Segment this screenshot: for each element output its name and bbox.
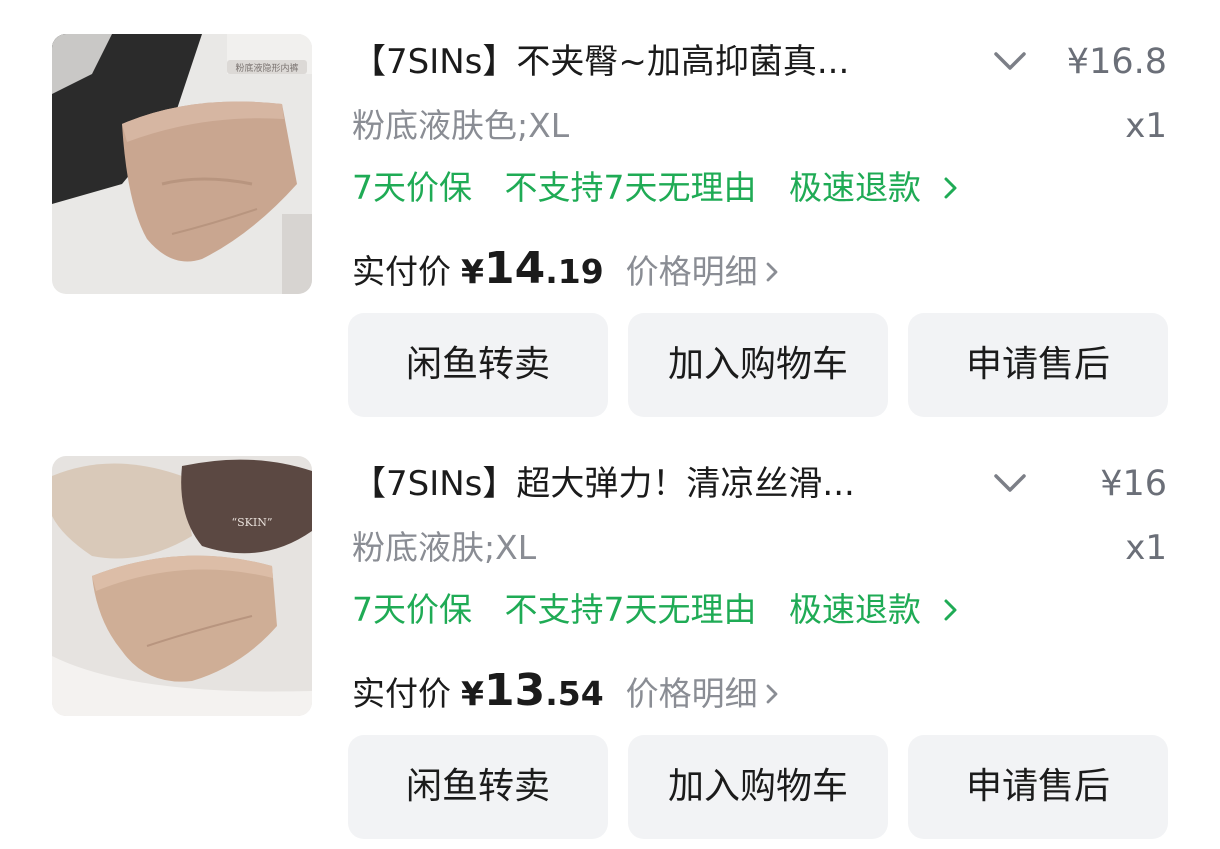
thumb-overlay-text: “SKIN” <box>232 516 273 529</box>
after-sales-button[interactable]: 申请售后 <box>908 313 1168 417</box>
product-spec: 粉底液肤色;XL <box>352 106 570 145</box>
quantity: x1 <box>1125 528 1167 568</box>
chevron-right-icon <box>766 262 778 282</box>
service-tags[interactable]: 7天价保 不支持7天无理由 极速退款 <box>352 164 960 212</box>
add-to-cart-button[interactable]: 加入购物车 <box>628 735 888 839</box>
product-spec: 粉底液肤;XL <box>352 528 537 567</box>
product-title[interactable]: 【7SINs】超大弹力！清凉丝滑... <box>352 460 952 508</box>
price-detail-link[interactable]: 价格明细 <box>626 674 758 713</box>
chevron-down-icon[interactable] <box>990 42 1030 82</box>
paid-currency: ¥ <box>461 252 484 291</box>
xianyu-resell-button[interactable]: 闲鱼转卖 <box>348 313 608 417</box>
service-tags[interactable]: 7天价保 不支持7天无理由 极速退款 <box>352 586 960 634</box>
service-tag-fast-refund: 极速退款 <box>789 590 921 629</box>
quantity: x1 <box>1125 106 1167 146</box>
service-tag-price-protect: 7天价保 <box>352 590 472 629</box>
paid-amount-integer: 14 <box>483 243 546 294</box>
chevron-right-icon <box>944 177 956 199</box>
price-detail-link[interactable]: 价格明细 <box>626 252 758 291</box>
order-item: 粉底液隐形内裤 【7SINs】不夹臀~加高抑菌真... ¥16.8 粉底液肤色;… <box>0 0 1220 420</box>
chevron-right-icon <box>766 684 778 704</box>
paid-label: 实付价 <box>352 674 451 713</box>
paid-amount-decimal: .19 <box>545 252 604 291</box>
service-tag-no-return: 不支持7天无理由 <box>504 168 757 207</box>
xianyu-resell-button[interactable]: 闲鱼转卖 <box>348 735 608 839</box>
original-price: ¥16.8 <box>1066 42 1167 82</box>
product-image-underwear-beige: 粉底液隐形内裤 <box>52 34 312 294</box>
product-thumbnail[interactable]: 粉底液隐形内裤 <box>52 34 312 294</box>
paid-label: 实付价 <box>352 252 451 291</box>
product-image-underwear-set: “SKIN” <box>52 456 312 716</box>
service-tag-fast-refund: 极速退款 <box>789 168 921 207</box>
original-price: ¥16 <box>1100 464 1167 504</box>
product-thumbnail[interactable]: “SKIN” <box>52 456 312 716</box>
paid-amount-decimal: .54 <box>545 674 604 713</box>
paid-price-row: 实付价 ¥13.54 价格明细 <box>352 664 780 718</box>
service-tag-no-return: 不支持7天无理由 <box>504 590 757 629</box>
paid-price-row: 实付价 ¥14.19 价格明细 <box>352 242 780 296</box>
paid-currency: ¥ <box>461 674 484 713</box>
after-sales-button[interactable]: 申请售后 <box>908 735 1168 839</box>
thumb-overlay-text: 粉底液隐形内裤 <box>235 62 298 74</box>
paid-amount-integer: 13 <box>483 665 546 716</box>
chevron-right-icon <box>944 599 956 621</box>
order-item: “SKIN” 【7SINs】超大弹力！清凉丝滑... ¥16 粉底液肤;XL x… <box>0 422 1220 842</box>
service-tag-price-protect: 7天价保 <box>352 168 472 207</box>
add-to-cart-button[interactable]: 加入购物车 <box>628 313 888 417</box>
chevron-down-icon[interactable] <box>990 464 1030 504</box>
product-title[interactable]: 【7SINs】不夹臀~加高抑菌真... <box>352 38 952 86</box>
